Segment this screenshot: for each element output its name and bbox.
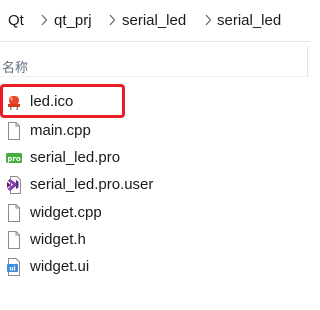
file-name: serial_led.pro.user bbox=[30, 176, 154, 193]
chevron-right-icon[interactable] bbox=[107, 11, 117, 29]
file-row-main-cpp[interactable]: main.cpp bbox=[0, 118, 310, 145]
file-row-widget-h[interactable]: widget.h bbox=[0, 227, 310, 254]
breadcrumb-item-serial-led-current[interactable]: serial_led bbox=[217, 12, 281, 29]
file-row-widget-cpp[interactable]: widget.cpp bbox=[0, 200, 310, 227]
document-icon bbox=[6, 122, 22, 140]
file-name: widget.ui bbox=[30, 258, 90, 275]
visual-studio-file-icon bbox=[6, 176, 22, 194]
file-name: widget.h bbox=[30, 231, 86, 248]
file-name: widget.cpp bbox=[30, 204, 102, 221]
qt-ui-file-icon: ui bbox=[6, 258, 22, 276]
file-name: serial_led.pro bbox=[30, 149, 121, 166]
breadcrumb: Qt qt_prj serial_led serial_led bbox=[0, 0, 310, 42]
breadcrumb-item-qt[interactable]: Qt bbox=[8, 12, 24, 29]
svg-text:pro: pro bbox=[7, 155, 20, 163]
file-row-serial-led-pro[interactable]: pro serial_led.pro bbox=[0, 145, 310, 172]
file-row-serial-led-pro-user[interactable]: serial_led.pro.user bbox=[0, 172, 310, 199]
chevron-right-icon[interactable] bbox=[39, 11, 49, 29]
document-icon bbox=[6, 204, 22, 222]
svg-text:ui: ui bbox=[9, 266, 15, 273]
column-divider[interactable] bbox=[307, 46, 308, 76]
column-header-name[interactable]: 名称 bbox=[2, 57, 28, 76]
file-row-widget-ui[interactable]: ui widget.ui bbox=[0, 254, 310, 281]
highlight-annotation-box bbox=[0, 84, 125, 118]
breadcrumb-item-qt-prj[interactable]: qt_prj bbox=[54, 12, 92, 29]
file-name: main.cpp bbox=[30, 122, 91, 139]
qt-pro-file-icon: pro bbox=[6, 149, 22, 167]
document-icon bbox=[6, 231, 22, 249]
chevron-right-icon[interactable] bbox=[203, 11, 213, 29]
header-separator bbox=[0, 76, 310, 77]
breadcrumb-item-serial-led[interactable]: serial_led bbox=[122, 12, 186, 29]
